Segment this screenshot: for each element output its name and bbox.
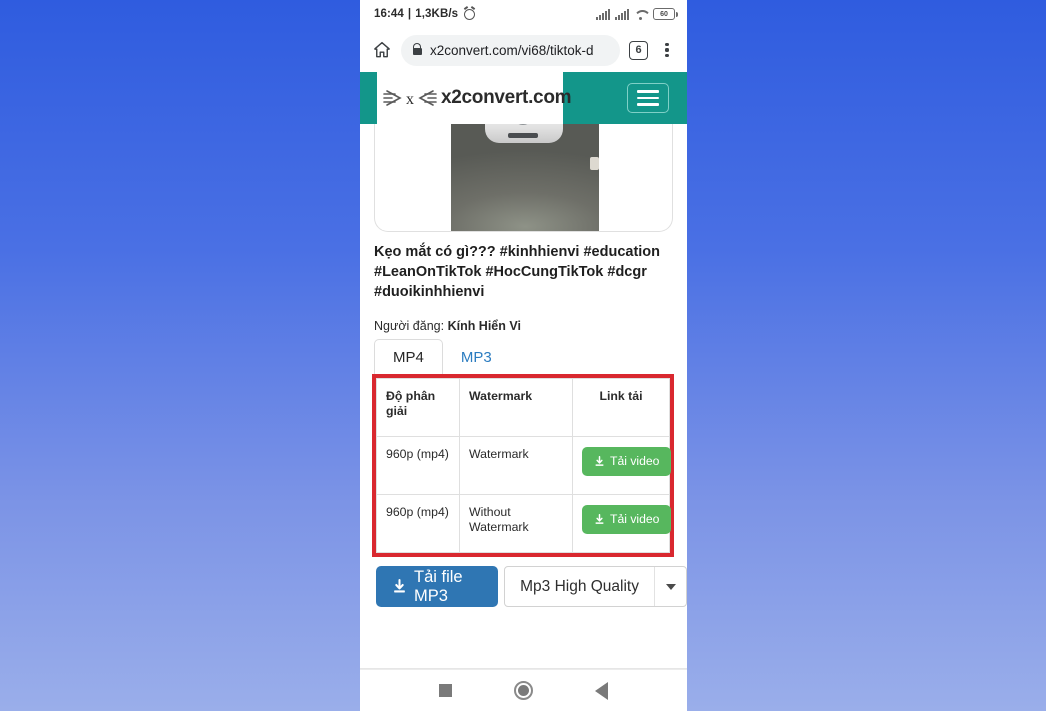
uploader-label: Người đăng: xyxy=(374,319,445,333)
video-thumbnail-card xyxy=(374,124,673,232)
mp3-quality-select[interactable]: Mp3 High Quality xyxy=(504,566,687,607)
square-recents-icon[interactable] xyxy=(439,684,452,697)
status-bar: 16:44 | 1,3KB/s 60 xyxy=(360,0,687,28)
battery-level: 60 xyxy=(660,10,668,18)
status-bar-right: 60 xyxy=(596,8,678,20)
cell-resolution: 960p (mp4) xyxy=(376,494,460,553)
tab-mp3[interactable]: MP3 xyxy=(443,340,510,374)
address-bar[interactable]: x2convert.com/vi68/tiktok-d xyxy=(401,34,620,66)
signal-bars-icon-2 xyxy=(615,9,629,20)
download-mp3-label: Tải file MP3 xyxy=(414,567,463,605)
content-divider xyxy=(360,668,687,669)
cell-download: Tải video xyxy=(572,436,672,495)
video-title: Kẹo mắt có gì??? #kinhhienvi #education … xyxy=(374,244,661,300)
video-thumbnail xyxy=(451,124,599,231)
table-header-row: Độ phân giải Watermark Link tải xyxy=(376,378,670,437)
lock-icon xyxy=(413,43,422,55)
site-logo[interactable]: x x2convert.com xyxy=(377,72,572,124)
triangle-back-icon[interactable] xyxy=(595,681,608,700)
download-video-label-2: Tải video xyxy=(610,512,660,526)
download-icon xyxy=(594,456,605,467)
chevron-down-icon[interactable] xyxy=(654,567,686,606)
download-table: Độ phân giải Watermark Link tải 960p (mp… xyxy=(376,378,672,553)
signal-bars-icon xyxy=(596,9,610,20)
mp3-quality-value: Mp3 High Quality xyxy=(520,577,639,595)
status-separator: | xyxy=(407,8,412,20)
cell-download: Tải video xyxy=(572,494,672,553)
hamburger-menu-icon[interactable] xyxy=(627,83,669,113)
status-bar-left: 16:44 | 1,3KB/s xyxy=(374,8,476,20)
alarm-clock-icon xyxy=(464,8,476,20)
browser-toolbar: x2convert.com/vi68/tiktok-d 6 xyxy=(360,28,687,72)
battery-icon: 60 xyxy=(653,8,678,20)
site-logo-text: x2convert.com xyxy=(441,87,572,108)
home-icon[interactable] xyxy=(372,40,392,60)
phone-screen: 16:44 | 1,3KB/s 60 x2convert.com/vi68/ti… xyxy=(360,0,687,711)
cell-watermark: Without Watermark xyxy=(459,494,573,553)
download-video-button-1[interactable]: Tải video xyxy=(582,447,672,476)
download-table-highlight: Độ phân giải Watermark Link tải 960p (mp… xyxy=(372,374,674,557)
uploader-line: Người đăng: Kính Hiển Vi xyxy=(374,319,521,333)
thumbnail-speck xyxy=(590,157,599,170)
cell-resolution: 960p (mp4) xyxy=(376,436,460,495)
header-download-link: Link tải xyxy=(572,378,670,437)
status-time: 16:44 xyxy=(374,8,404,20)
wifi-icon xyxy=(634,9,648,20)
svg-text:x: x xyxy=(406,91,414,108)
format-tabs: MP4 MP3 xyxy=(374,339,510,374)
status-network-speed: 1,3KB/s xyxy=(415,8,459,20)
uploader-name: Kính Hiển Vi xyxy=(447,319,521,333)
header-watermark: Watermark xyxy=(459,378,573,437)
download-video-label-1: Tải video xyxy=(610,454,660,468)
download-icon xyxy=(594,514,605,525)
site-header: x x2convert.com xyxy=(360,72,687,124)
table-row: 960p (mp4) Without Watermark Tải video xyxy=(376,494,672,553)
kebab-menu-icon[interactable] xyxy=(657,40,677,60)
tab-counter-button[interactable]: 6 xyxy=(629,40,648,60)
thumbnail-object xyxy=(485,124,563,143)
page-content: Kẹo mắt có gì??? #kinhhienvi #education … xyxy=(360,124,687,669)
header-resolution: Độ phân giải xyxy=(376,378,460,437)
table-row: 960p (mp4) Watermark Tải video xyxy=(376,436,672,495)
android-nav-bar xyxy=(360,669,687,711)
tab-mp4[interactable]: MP4 xyxy=(374,339,443,374)
cell-watermark: Watermark xyxy=(459,436,573,495)
x2convert-logo-icon: x xyxy=(383,83,437,113)
download-icon xyxy=(392,579,407,594)
url-text: x2convert.com/vi68/tiktok-d xyxy=(430,42,594,58)
download-mp3-button[interactable]: Tải file MP3 xyxy=(376,566,499,607)
mp3-download-controls: Tải file MP3 Mp3 High Quality xyxy=(376,566,687,607)
download-video-button-2[interactable]: Tải video xyxy=(582,505,672,534)
circle-home-icon[interactable] xyxy=(514,681,533,700)
